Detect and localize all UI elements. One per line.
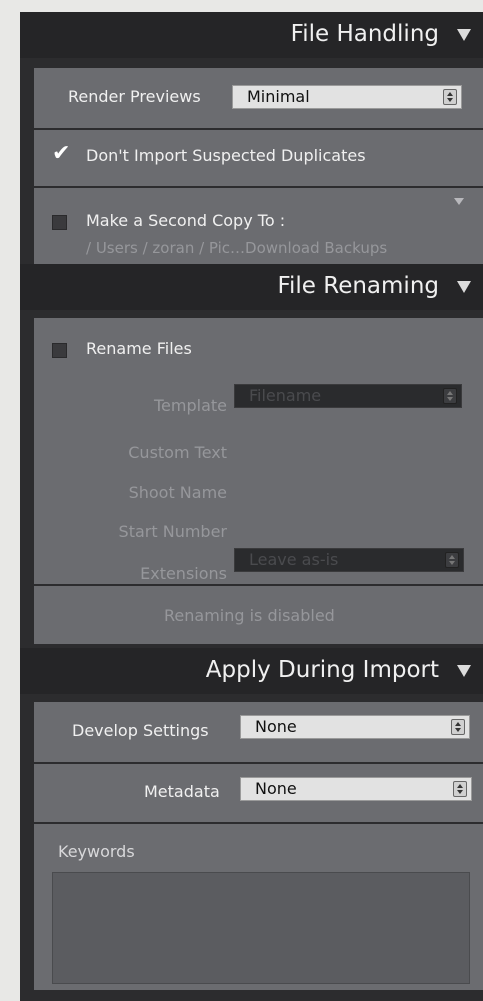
- develop-settings-row: Develop Settings None: [34, 702, 483, 762]
- second-copy-label[interactable]: Make a Second Copy To :: [86, 211, 285, 230]
- file-handling-header[interactable]: File Handling: [20, 12, 483, 58]
- metadata-select[interactable]: None: [240, 777, 472, 801]
- template-label: Template: [153, 396, 227, 415]
- select-stepper-icon: [443, 388, 457, 404]
- renaming-status-row: Renaming is disabled: [34, 586, 483, 644]
- select-stepper-icon: [445, 552, 459, 568]
- rename-files-label[interactable]: Rename Files: [86, 339, 192, 358]
- keywords-label: Keywords: [58, 842, 135, 861]
- template-select[interactable]: Filename: [234, 384, 462, 408]
- develop-settings-value: None: [255, 717, 297, 736]
- apply-during-import-title: Apply During Import: [205, 657, 439, 683]
- keywords-textarea[interactable]: [52, 872, 470, 984]
- metadata-label: Metadata: [144, 782, 220, 801]
- develop-settings-select[interactable]: None: [240, 715, 470, 739]
- select-stepper-icon: [443, 89, 457, 105]
- path-dropdown-icon[interactable]: [454, 198, 464, 205]
- shoot-name-label: Shoot Name: [128, 483, 227, 502]
- render-previews-value: Minimal: [247, 87, 310, 106]
- custom-text-label: Custom Text: [128, 443, 227, 462]
- select-stepper-icon: [453, 781, 467, 797]
- collapse-triangle-icon[interactable]: [457, 281, 471, 293]
- extensions-select[interactable]: Leave as-is: [234, 548, 464, 572]
- rename-options-section: Rename Files Template Filename Custom Te…: [34, 318, 483, 584]
- rename-files-checkbox[interactable]: [52, 343, 67, 358]
- metadata-row: Metadata None: [34, 764, 483, 822]
- collapse-triangle-icon[interactable]: [457, 29, 471, 41]
- file-renaming-header[interactable]: File Renaming: [20, 264, 483, 310]
- render-previews-select[interactable]: Minimal: [232, 85, 462, 109]
- import-options-panel: File Handling Render Previews Minimal ✔ …: [20, 12, 483, 1001]
- collapse-triangle-icon[interactable]: [457, 665, 471, 677]
- second-copy-checkbox[interactable]: [52, 215, 67, 230]
- extensions-value: Leave as-is: [249, 550, 339, 569]
- renaming-status: Renaming is disabled: [164, 606, 335, 625]
- start-number-label: Start Number: [118, 522, 227, 541]
- dont-import-duplicates-label[interactable]: Don't Import Suspected Duplicates: [86, 146, 366, 165]
- checkmark-icon[interactable]: ✔: [52, 143, 70, 165]
- duplicates-row: ✔ Don't Import Suspected Duplicates: [34, 130, 483, 186]
- file-handling-title: File Handling: [290, 21, 439, 47]
- develop-settings-label: Develop Settings: [72, 721, 209, 740]
- extensions-label: Extensions: [140, 564, 227, 583]
- select-stepper-icon: [451, 719, 465, 735]
- render-previews-label: Render Previews: [68, 87, 201, 106]
- metadata-value: None: [255, 779, 297, 798]
- file-renaming-title: File Renaming: [277, 273, 439, 299]
- keywords-section: Keywords: [34, 824, 483, 990]
- second-copy-row: Make a Second Copy To : / Users / zoran …: [34, 188, 483, 268]
- render-previews-row: Render Previews Minimal: [34, 68, 483, 128]
- second-copy-path[interactable]: / Users / zoran / Pic…Download Backups: [86, 239, 387, 257]
- template-value: Filename: [249, 386, 322, 405]
- apply-during-import-header[interactable]: Apply During Import: [20, 648, 483, 694]
